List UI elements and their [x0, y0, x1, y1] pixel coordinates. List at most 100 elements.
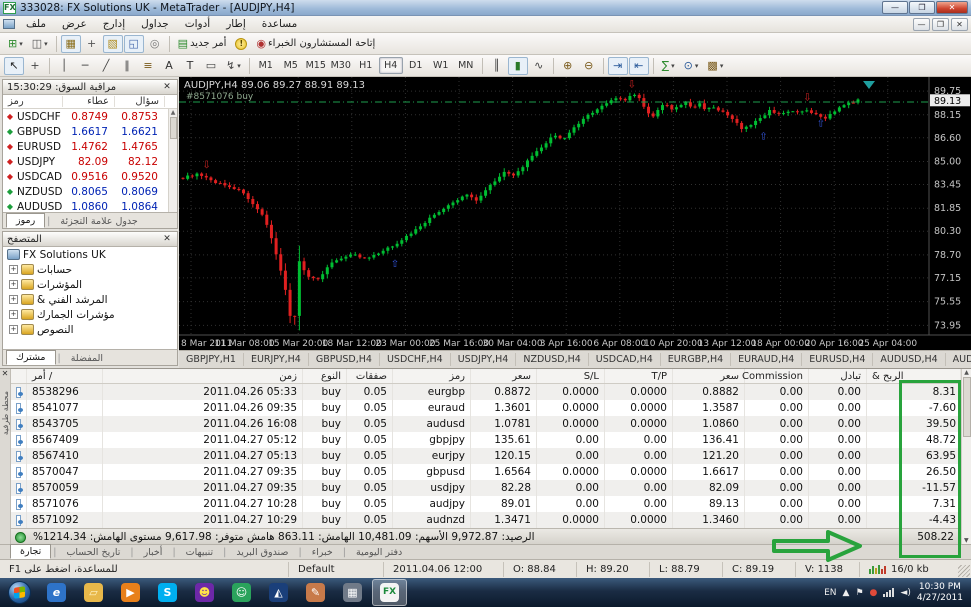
taskbar-fx-metatrader[interactable]: FX: [372, 579, 407, 606]
market-watch-row-usdchf[interactable]: ◆ USDCHF 0.8749 0.8753: [3, 109, 177, 124]
maximize-button[interactable]: ❐: [909, 1, 935, 14]
column-header-11[interactable]: الربح &: [867, 369, 961, 383]
navigator-item-0[interactable]: + حسابات: [3, 262, 177, 277]
taskbar-windows-explorer[interactable]: ▱: [76, 579, 111, 606]
fibonacci-button[interactable]: ≡: [138, 57, 158, 75]
trade-row-8570047[interactable]: 8570047 2011.04.27 09:35 buy 0.05 gbpusd 1.65…: [11, 464, 961, 480]
chart-tab-gbpusdh4[interactable]: GBPUSD,H4: [309, 353, 380, 366]
minimize-button[interactable]: —: [882, 1, 908, 14]
column-header-3[interactable]: صفقات: [347, 369, 393, 383]
crosshair-button[interactable]: +: [25, 57, 45, 75]
menu-item-6[interactable]: مساعدة: [254, 17, 305, 31]
tray-flag-icon[interactable]: ⚑: [855, 588, 863, 598]
trade-row-8541077[interactable]: 8541077 2011.04.26 09:35 buy 0.05 euraud 1.36…: [11, 400, 961, 416]
timeframe-m5[interactable]: M5: [279, 57, 303, 74]
indicators-button[interactable]: ∑ ▾: [658, 57, 679, 75]
taskbar-prayer-app[interactable]: ◭: [261, 579, 296, 606]
tray-volume-icon[interactable]: ◄): [900, 588, 910, 598]
market-watch-close-icon[interactable]: ✕: [161, 82, 173, 92]
trade-row-8543705[interactable]: 8543705 2011.04.26 16:08 buy 0.05 audusd 1.07…: [11, 416, 961, 432]
chart-tab-euraudh4[interactable]: EURAUD,H4: [731, 353, 803, 366]
chart-tab-usdchfh4[interactable]: USDCHF,H4: [380, 353, 451, 366]
terminal-tab-1[interactable]: تاريخ الحساب: [58, 546, 128, 559]
close-button[interactable]: ✕: [936, 1, 968, 14]
menu-item-3[interactable]: جداول: [133, 17, 177, 31]
chart-tab-gbpjpyh1[interactable]: GBPJPY,H1: [179, 353, 244, 366]
profiles-button-dropdown-icon[interactable]: ▾: [44, 40, 48, 48]
column-header-1[interactable]: زمن: [103, 369, 303, 383]
doc-minimize-button[interactable]: —: [913, 17, 930, 31]
taskbar-live-messenger[interactable]: ☺: [224, 579, 259, 606]
line-chart-button[interactable]: ∿: [529, 57, 549, 75]
column-header-5[interactable]: سعر: [471, 369, 537, 383]
timeframe-h1[interactable]: H1: [354, 57, 378, 74]
expand-icon[interactable]: +: [9, 310, 18, 319]
candlestick-chart[interactable]: 8 Mar 201111 Mar 08:0015 Mar 20:0018 Mar…: [179, 77, 971, 350]
taskbar-skype[interactable]: S: [150, 579, 185, 606]
taskbar-media-player[interactable]: ▶: [113, 579, 148, 606]
trade-row-8571076[interactable]: 8571076 2011.04.27 10:28 buy 0.05 audjpy 89.0…: [11, 496, 961, 512]
terminal-scrollbar[interactable]: ▲ ▼: [961, 369, 971, 545]
expand-icon[interactable]: +: [9, 265, 18, 274]
tab-favorites[interactable]: المفضلة: [63, 352, 111, 365]
channel-button[interactable]: ∥: [117, 57, 137, 75]
text-button[interactable]: A: [159, 57, 179, 75]
column-header-4[interactable]: رمز: [393, 369, 471, 383]
bar-chart-button[interactable]: ║: [487, 57, 507, 75]
trade-row-8571092[interactable]: 8571092 2011.04.27 10:29 buy 0.05 audnzd 1.34…: [11, 512, 961, 528]
arrows-button-dropdown-icon[interactable]: ▾: [237, 62, 241, 70]
chart-tab-usdjpyh4[interactable]: USDJPY,H4: [451, 353, 517, 366]
navigator-item-3[interactable]: + مؤشرات الجمارك: [3, 307, 177, 322]
templates-button[interactable]: ▩ ▾: [703, 57, 727, 75]
tab-tick-chart[interactable]: جدول علامة التجزئة: [52, 215, 145, 228]
cursor-button[interactable]: ↖: [4, 56, 24, 75]
new-chart-button[interactable]: ⊞ ▾: [4, 35, 27, 53]
periods-button-dropdown-icon[interactable]: ▾: [695, 62, 699, 70]
candlestick-button[interactable]: ▮: [507, 56, 528, 75]
column-header-6[interactable]: S/L: [537, 369, 605, 383]
terminal-tab-2[interactable]: أخبار: [136, 546, 171, 559]
trade-row-8567409[interactable]: 8567409 2011.04.27 05:12 buy 0.05 gbpjpy 135.…: [11, 432, 961, 448]
chart-area[interactable]: 8 Mar 2011 11 Mar 08:00 15 Mar 20:00 18 Mar…: [179, 77, 971, 350]
market-watch-row-nzdusd[interactable]: ◆ NZDUSD 0.8065 0.8069: [3, 184, 177, 199]
terminal-tab-4[interactable]: صندوق البريد: [228, 546, 296, 559]
chart-window-button[interactable]: ◱: [123, 34, 144, 53]
chart-tab-audusdh4[interactable]: AUDUSD,H4: [873, 353, 946, 366]
timeframe-mn[interactable]: MN: [454, 57, 478, 74]
menu-item-1[interactable]: عرض: [54, 17, 95, 31]
tray-clock[interactable]: 10:30 PM 4/27/2011: [917, 582, 963, 604]
shapes-button[interactable]: ▭: [201, 57, 221, 75]
column-header-9[interactable]: Commission: [742, 369, 809, 383]
chart-mode-button[interactable]: ▦: [60, 34, 81, 53]
tray-expand-icon[interactable]: ▲: [843, 588, 850, 598]
profiles-button[interactable]: ◫ ▾: [28, 35, 52, 53]
navigator-item-2[interactable]: + المرشد الفني &: [3, 292, 177, 307]
zoom-window-button[interactable]: ◎: [145, 35, 165, 53]
tab-common[interactable]: مشترك: [6, 350, 56, 365]
indicators-button-dropdown-icon[interactable]: ▾: [671, 62, 675, 70]
market-watch-row-usdcad[interactable]: ◆ USDCAD 0.9516 0.9520: [3, 169, 177, 184]
child-window-icon[interactable]: [3, 19, 15, 29]
expand-icon[interactable]: +: [9, 295, 18, 304]
market-watch-row-gbpusd[interactable]: ◆ GBPUSD 1.6617 1.6621: [3, 124, 177, 139]
trade-row-8538296[interactable]: 8538296 2011.04.26 05:33 buy 0.05 eurgbp 0.88…: [11, 384, 961, 400]
navigator-item-4[interactable]: + النصوص: [3, 322, 177, 337]
market-watch-row-eurusd[interactable]: ◆ EURUSD 1.4762 1.4765: [3, 139, 177, 154]
terminal-tab-0[interactable]: تجارة: [10, 544, 52, 559]
new-order-button[interactable]: ▤ أمر جديد: [174, 35, 231, 53]
tray-language[interactable]: EN: [824, 588, 836, 598]
chart-tab-eurgbph4[interactable]: EURGBP,H4: [661, 353, 732, 366]
periods-button[interactable]: ⊙ ▾: [680, 57, 703, 75]
navigator-root[interactable]: FX Solutions UK: [3, 247, 177, 262]
menu-item-5[interactable]: إطار: [218, 17, 254, 31]
navigator-close-icon[interactable]: ✕: [161, 234, 173, 244]
doc-close-button[interactable]: ✕: [951, 17, 968, 31]
chart-tab-eurusdh4[interactable]: EURUSD,H4: [802, 353, 874, 366]
tray-network-icon[interactable]: [883, 588, 895, 597]
trade-row-8570059[interactable]: 8570059 2011.04.27 09:35 buy 0.05 usdjpy 82.2…: [11, 480, 961, 496]
column-header-0[interactable]: أمر /: [27, 369, 103, 383]
status-profile[interactable]: Default: [288, 561, 383, 577]
tab-symbols[interactable]: رموز: [6, 213, 46, 228]
zoom-out-button[interactable]: ⊖: [579, 57, 599, 75]
menu-item-4[interactable]: أدوات: [177, 17, 218, 31]
